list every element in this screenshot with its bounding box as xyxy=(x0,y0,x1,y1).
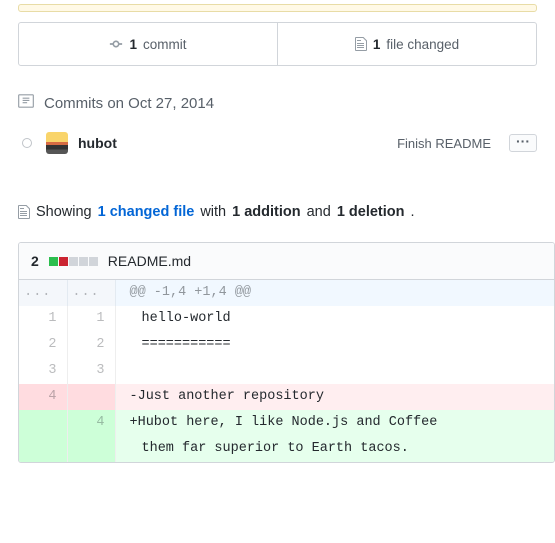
line-num-old[interactable]: 3 xyxy=(19,358,67,384)
git-branch-icon xyxy=(18,92,34,114)
file-diff-icon xyxy=(18,204,30,220)
diff-filename[interactable]: README.md xyxy=(108,253,191,269)
line-num-new[interactable] xyxy=(67,384,115,410)
commit-node-icon xyxy=(22,138,32,148)
files-count: 1 xyxy=(373,37,381,52)
line-num-old[interactable] xyxy=(19,436,67,462)
summary-mid1: with xyxy=(200,204,226,220)
changed-file-link[interactable]: 1 changed file xyxy=(98,204,195,220)
hunk-gutter-new[interactable]: ... xyxy=(67,280,115,306)
diff-line-add: 4 +Hubot here, I like Node.js and Coffee xyxy=(19,410,554,436)
line-num-old[interactable]: 1 xyxy=(19,306,67,332)
line-num-new[interactable] xyxy=(67,436,115,462)
files-changed-cell[interactable]: 1 file changed xyxy=(277,23,536,65)
line-code: =========== xyxy=(115,332,554,358)
diffstat-neutral-block xyxy=(79,257,88,266)
diff-line-ctx: 2 2 =========== xyxy=(19,332,554,358)
commit-author[interactable]: hubot xyxy=(78,135,117,151)
diffstat-del-block xyxy=(59,257,68,266)
deletions-count: 1 deletion xyxy=(337,204,405,220)
file-diff-icon xyxy=(355,36,367,52)
diff-file: 2 README.md ... ... @@ -1,4 +1,4 @@ 1 1 … xyxy=(18,242,555,463)
commit-message[interactable]: Finish README xyxy=(397,136,499,151)
summary-prefix: Showing xyxy=(36,204,92,220)
line-num-old[interactable]: 2 xyxy=(19,332,67,358)
diff-line-del: 4 -Just another repository xyxy=(19,384,554,410)
diff-file-header[interactable]: 2 README.md xyxy=(19,243,554,280)
commits-date-header: Commits on Oct 27, 2014 xyxy=(18,92,537,114)
files-label: file changed xyxy=(386,37,459,52)
line-code: hello-world xyxy=(115,306,554,332)
line-code: them far superior to Earth tacos. xyxy=(115,436,554,462)
diffstat-blocks xyxy=(49,257,98,266)
hunk-header: @@ -1,4 +1,4 @@ xyxy=(115,280,554,306)
summary-suffix: . xyxy=(411,204,415,220)
commit-count: 1 xyxy=(129,37,137,52)
line-code xyxy=(115,358,554,384)
diff-line-add: them far superior to Earth tacos. xyxy=(19,436,554,462)
stats-bar: 1 commit 1 file changed xyxy=(18,22,537,66)
commit-label: commit xyxy=(143,37,187,52)
diffstat-neutral-block xyxy=(69,257,78,266)
commit-icon xyxy=(109,37,123,51)
additions-count: 1 addition xyxy=(232,204,300,220)
line-num-new[interactable]: 3 xyxy=(67,358,115,384)
summary-mid2: and xyxy=(307,204,331,220)
line-code: +Hubot here, I like Node.js and Coffee xyxy=(115,410,554,436)
expand-button[interactable]: ··· xyxy=(509,134,537,152)
line-num-new[interactable]: 4 xyxy=(67,410,115,436)
hunk-gutter-old[interactable]: ... xyxy=(19,280,67,306)
diff-line-ctx: 1 1 hello-world xyxy=(19,306,554,332)
diff-hunk-row: ... ... @@ -1,4 +1,4 @@ xyxy=(19,280,554,306)
diff-summary: Showing 1 changed file with 1 addition a… xyxy=(18,204,537,220)
commits-count-cell[interactable]: 1 commit xyxy=(19,23,277,65)
alert-banner xyxy=(18,4,537,12)
diff-table: ... ... @@ -1,4 +1,4 @@ 1 1 hello-world … xyxy=(19,280,554,462)
avatar[interactable] xyxy=(46,132,68,154)
commit-row[interactable]: hubot Finish README ··· xyxy=(22,132,537,154)
line-num-new[interactable]: 1 xyxy=(67,306,115,332)
commits-date-text: Commits on Oct 27, 2014 xyxy=(44,95,214,112)
diffstat-add-block xyxy=(49,257,58,266)
line-code: -Just another repository xyxy=(115,384,554,410)
line-num-new[interactable]: 2 xyxy=(67,332,115,358)
diffstat-neutral-block xyxy=(89,257,98,266)
line-num-old[interactable]: 4 xyxy=(19,384,67,410)
commits-list: Commits on Oct 27, 2014 hubot Finish REA… xyxy=(18,92,537,154)
line-num-old[interactable] xyxy=(19,410,67,436)
diff-line-ctx: 3 3 xyxy=(19,358,554,384)
diff-change-count: 2 xyxy=(31,253,39,269)
